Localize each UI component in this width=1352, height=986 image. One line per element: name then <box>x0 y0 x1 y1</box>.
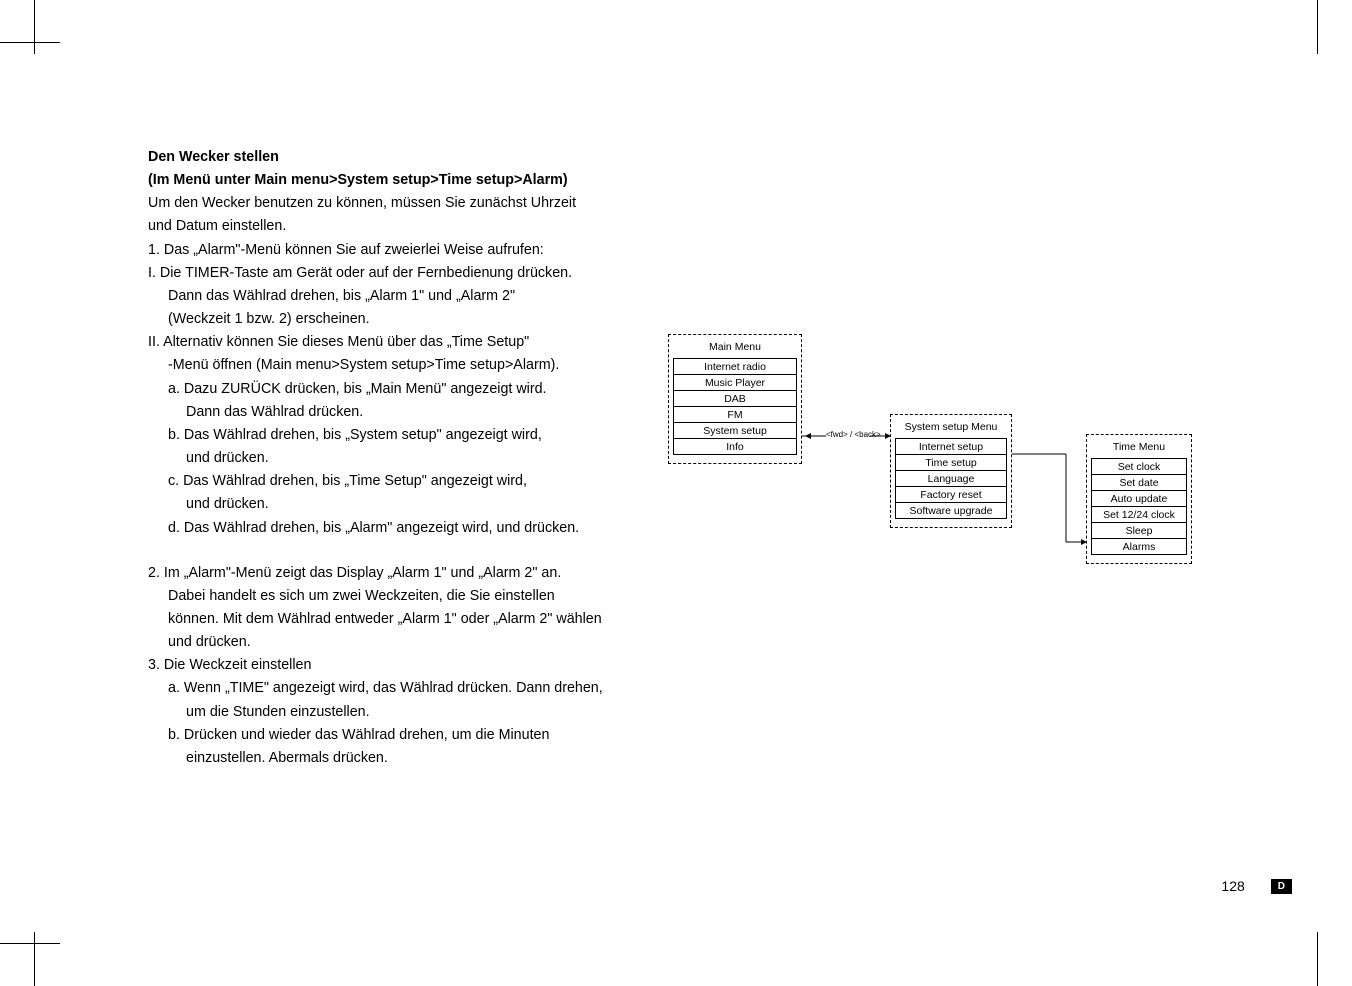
menu-title: Main Menu <box>673 339 797 358</box>
list-item: einzustellen. Abermals drücken. <box>148 747 668 770</box>
list-item: können. Mit dem Wählrad entweder „Alarm … <box>148 608 668 631</box>
list-item: -Menü öffnen (Main menu>System setup>Tim… <box>148 354 668 377</box>
menu-title: Time Menu <box>1091 439 1187 458</box>
list-item: a. Wenn „TIME" angezeigt wird, das Wählr… <box>148 677 668 700</box>
heading: Den Wecker stellen <box>148 146 668 169</box>
list-item: und drücken. <box>148 631 668 654</box>
list-item: um die Stunden einzustellen. <box>148 701 668 724</box>
fwd-back-label: <fwd> / <back> <box>826 430 881 439</box>
list-item: a. Dazu ZURÜCK drücken, bis „Main Menü" … <box>148 378 668 401</box>
list-item: 2. Im „Alarm"-Menü zeigt das Display „Al… <box>148 562 668 585</box>
menu-item: Music Player <box>673 374 797 391</box>
menu-item: Internet setup <box>895 438 1007 455</box>
list-item: 1. Das „Alarm"-Menü können Sie auf zweie… <box>148 239 668 262</box>
list-item: und drücken. <box>148 447 668 470</box>
list-item: und drücken. <box>148 493 668 516</box>
list-item: (Weckzeit 1 bzw. 2) erscheinen. <box>148 308 668 331</box>
list-item: II. Alternativ können Sie dieses Menü üb… <box>148 331 668 354</box>
menu-item: FM <box>673 406 797 423</box>
menu-item: DAB <box>673 390 797 407</box>
list-item: Dann das Wählrad drehen, bis „Alarm 1" u… <box>148 285 668 308</box>
menu-item: Time setup <box>895 454 1007 471</box>
menu-item: Factory reset <box>895 486 1007 503</box>
menu-item: Set date <box>1091 474 1187 491</box>
language-badge: D <box>1271 879 1292 894</box>
list-item: d. Das Wählrad drehen, bis „Alarm" angez… <box>148 517 668 540</box>
paragraph: und Datum einstellen. <box>148 215 668 238</box>
page-footer: 128 D <box>1221 878 1292 894</box>
paragraph: Um den Wecker benutzen zu können, müssen… <box>148 192 668 215</box>
subheading: (Im Menü unter Main menu>System setup>Ti… <box>148 169 668 192</box>
list-item: c. Das Wählrad drehen, bis „Time Setup" … <box>148 470 668 493</box>
menu-item: Info <box>673 438 797 455</box>
list-item: b. Drücken und wieder das Wählrad drehen… <box>148 724 668 747</box>
page-number: 128 <box>1221 878 1244 894</box>
menu-item: Auto update <box>1091 490 1187 507</box>
body-text: Den Wecker stellen (Im Menü unter Main m… <box>148 146 668 770</box>
menu-item: Set clock <box>1091 458 1187 475</box>
menu-item: Set 12/24 clock <box>1091 506 1187 523</box>
menu-item: System setup <box>673 422 797 439</box>
menu-item: Internet radio <box>673 358 797 375</box>
menu-title: System setup Menu <box>895 419 1007 438</box>
menu-diagram: Main Menu Internet radio Music Player DA… <box>658 334 1198 574</box>
list-item: 3. Die Weckzeit einstellen <box>148 654 668 677</box>
main-menu-box: Main Menu Internet radio Music Player DA… <box>668 334 802 464</box>
list-item: Dann das Wählrad drücken. <box>148 401 668 424</box>
menu-item: Language <box>895 470 1007 487</box>
system-setup-menu-box: System setup Menu Internet setup Time se… <box>890 414 1012 528</box>
menu-item: Alarms <box>1091 538 1187 555</box>
list-item: Dabei handelt es sich um zwei Weckzeiten… <box>148 585 668 608</box>
menu-item: Software upgrade <box>895 502 1007 519</box>
time-menu-box: Time Menu Set clock Set date Auto update… <box>1086 434 1192 564</box>
menu-item: Sleep <box>1091 522 1187 539</box>
list-item: I. Die TIMER-Taste am Gerät oder auf der… <box>148 262 668 285</box>
list-item: b. Das Wählrad drehen, bis „System setup… <box>148 424 668 447</box>
